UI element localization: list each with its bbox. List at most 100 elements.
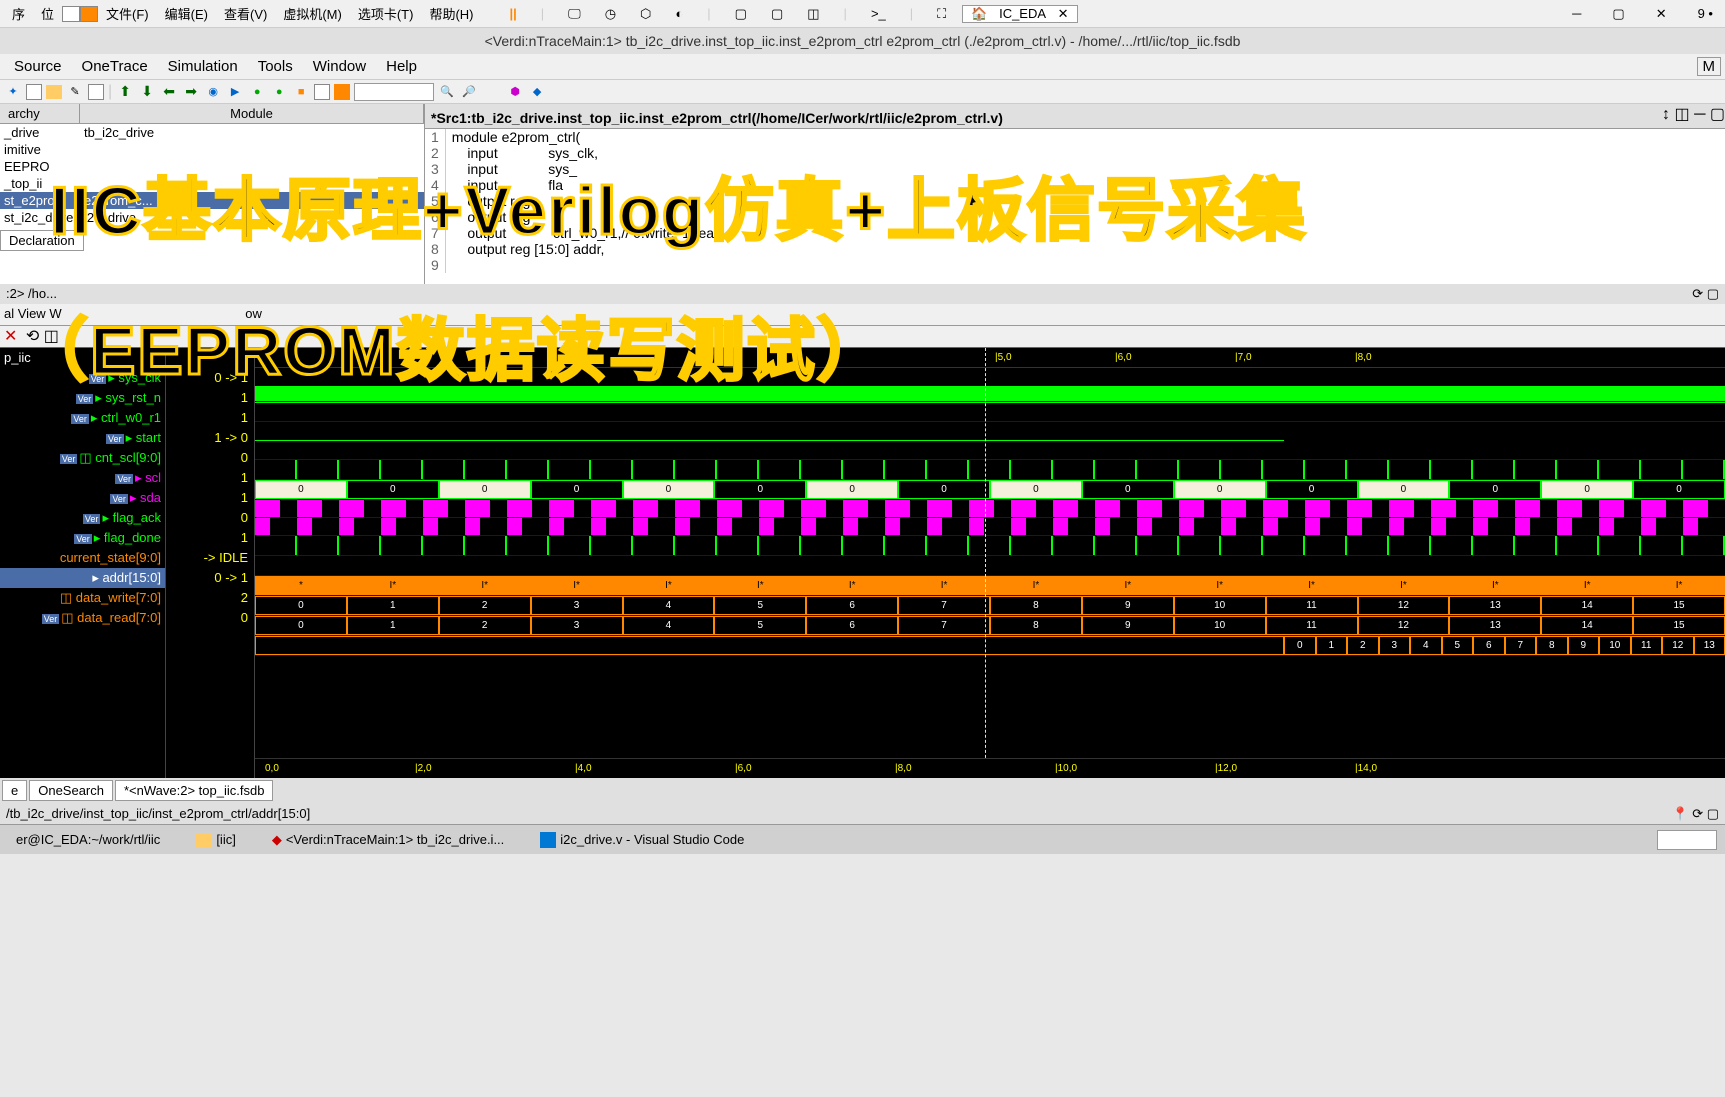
tool-icon[interactable] <box>314 84 330 100</box>
expand-icon[interactable]: ⛶ <box>929 6 954 22</box>
tab[interactable]: OneSearch <box>29 780 113 801</box>
menu-help[interactable]: Help <box>376 58 427 75</box>
signal-value: 1 <box>166 528 254 548</box>
signal-name-selected[interactable]: ▸ addr[15:0] <box>0 568 165 588</box>
wave-sys-rst <box>255 402 1725 422</box>
signal-name[interactable]: current_state[9:0] <box>0 548 165 568</box>
tab[interactable]: e <box>2 780 27 801</box>
edit-icon[interactable]: ✎ <box>66 83 84 101</box>
signal-name[interactable]: ◫ data_write[7:0] <box>0 588 165 608</box>
back-icon[interactable]: ⬅ <box>160 83 178 101</box>
menu-tools[interactable]: Tools <box>248 58 303 75</box>
play-icon[interactable]: ▶ <box>226 83 244 101</box>
signal-name[interactable]: Ver◫ data_read[7:0] <box>0 608 165 628</box>
menu-item[interactable]: 位 <box>33 4 62 23</box>
tool-icon[interactable]: ⬡ <box>632 6 659 22</box>
play-icon[interactable]: ● <box>270 83 288 101</box>
panel-icon[interactable]: ▢ <box>1710 106 1725 123</box>
signal-name[interactable]: Ver▸ sda <box>0 488 165 508</box>
menu-simulation[interactable]: Simulation <box>158 58 248 75</box>
panel-icon[interactable]: ↕ <box>1662 106 1670 123</box>
menu-view[interactable]: 查看(V) <box>216 4 275 23</box>
monitor-icon[interactable]: 🖵 <box>560 6 589 22</box>
tool-icon[interactable]: ◆ <box>528 83 546 101</box>
time-ruler-bottom: 0,0 |2,0 |4,0 |6,0 |8,0 |10,0 |12,0 |14,… <box>255 758 1725 778</box>
wave-start <box>255 460 1725 480</box>
terminal-icon[interactable]: >_ <box>863 6 894 21</box>
taskbar-terminal[interactable]: er@IC_EDA:~/work/rtl/iic <box>8 830 168 849</box>
tool-icon[interactable]: ◐ <box>667 6 691 21</box>
tool-icon[interactable] <box>88 84 104 100</box>
wave-data-write: 0123456789101112131415 <box>255 616 1725 636</box>
taskbar-verdi[interactable]: ◆ <Verdi:nTraceMain:1> tb_i2c_drive.i... <box>264 830 512 850</box>
tool-icon[interactable] <box>334 84 350 100</box>
tool-icon[interactable] <box>26 84 42 100</box>
play-icon[interactable]: ● <box>248 83 266 101</box>
signal-value: 1 <box>166 468 254 488</box>
window-icon[interactable]: ◫ <box>799 6 827 22</box>
signal-name[interactable]: Ver▸ flag_done <box>0 528 165 548</box>
vscode-icon <box>540 832 556 848</box>
wave-ctrl <box>255 440 1725 460</box>
window-icon[interactable]: ▢ <box>763 6 791 22</box>
divider: | <box>699 6 718 21</box>
taskbar: er@IC_EDA:~/work/rtl/iic [iic] ◆ <Verdi:… <box>0 824 1725 854</box>
menu-help[interactable]: 帮助(H) <box>421 4 481 23</box>
maximize-icon[interactable]: ▢ <box>1604 6 1632 22</box>
search-icon[interactable]: 🔎 <box>460 83 478 101</box>
down-icon[interactable]: ⬇ <box>138 83 156 101</box>
taskbar-input[interactable] <box>1657 830 1717 850</box>
menu-edit[interactable]: 编辑(E) <box>157 4 216 23</box>
tool-icon[interactable]: ⬢ <box>506 83 524 101</box>
tab-label[interactable]: 🏠 IC_EDA ✕ <box>962 5 1077 23</box>
taskbar-folder[interactable]: [iic] <box>188 830 244 849</box>
overlay-title-1: IIC基本原理+Verilog仿真+上板信号采集 <box>50 155 1307 254</box>
snapshot-icon[interactable] <box>62 6 80 22</box>
minimize-icon[interactable]: ─ <box>1564 6 1589 21</box>
wave-tool-icon[interactable]: ✕ <box>0 328 21 345</box>
signal-name[interactable]: Ver▸ start <box>0 428 165 448</box>
tab[interactable]: *<nWave:2> top_iic.fsdb <box>115 780 273 801</box>
wave-menu-item[interactable]: al <box>4 306 14 321</box>
m-button[interactable]: M <box>1697 57 1722 76</box>
path-icons[interactable]: 📍 ⟳ ▢ <box>1672 806 1719 822</box>
new-icon[interactable]: ✦ <box>4 83 22 101</box>
panel-icon[interactable]: ─ <box>1694 106 1705 123</box>
window-icon[interactable]: ▢ <box>727 6 755 22</box>
forward-icon[interactable]: ➡ <box>182 83 200 101</box>
fullscreen-icon[interactable] <box>80 6 98 22</box>
signal-name[interactable]: Ver▸ ctrl_w0_r1 <box>0 408 165 428</box>
signal-name[interactable]: Ver▸ flag_ack <box>0 508 165 528</box>
col-module[interactable]: Module <box>80 104 424 123</box>
menu-onetrace[interactable]: OneTrace <box>72 58 158 75</box>
tree-row[interactable]: _drivetb_i2c_drive <box>0 124 424 141</box>
overlay-title-2: （EEPROM数据读写测试） <box>20 295 887 394</box>
nav-icon[interactable]: ◉ <box>204 83 222 101</box>
panel-icon[interactable]: ◫ <box>1675 106 1690 123</box>
signal-name[interactable]: Ver▸ scl <box>0 468 165 488</box>
menu-item[interactable]: 序 <box>4 4 33 23</box>
menu-file[interactable]: 文件(F) <box>98 4 157 23</box>
source-title: *Src1:tb_i2c_drive.inst_top_iic.inst_e2p… <box>425 108 1725 129</box>
up-icon[interactable]: ⬆ <box>116 83 134 101</box>
close-icon[interactable]: ✕ <box>1648 6 1675 22</box>
signal-value: 1 <box>166 408 254 428</box>
window-title: <Verdi:nTraceMain:1> tb_i2c_drive.inst_t… <box>0 28 1725 54</box>
menu-tabs[interactable]: 选项卡(T) <box>350 4 422 23</box>
col-hierarchy[interactable]: archy <box>0 104 80 123</box>
search-input[interactable] <box>354 83 434 101</box>
menu-window[interactable]: Window <box>303 58 376 75</box>
open-icon[interactable] <box>46 85 62 99</box>
signal-name[interactable]: Ver◫ cnt_scl[9:0] <box>0 448 165 468</box>
signal-names[interactable]: p_iic Ver▸ sys_clk Ver▸ sys_rst_n Ver▸ c… <box>0 348 165 778</box>
menu-vm[interactable]: 虚拟机(M) <box>275 4 350 23</box>
signal-value: 0 <box>166 608 254 628</box>
taskbar-vscode[interactable]: i2c_drive.v - Visual Studio Code <box>532 830 752 850</box>
search-icon[interactable]: 🔍 <box>438 83 456 101</box>
menu-source[interactable]: Source <box>4 58 72 75</box>
wave-display[interactable]: |5,0 |6,0 |7,0 |8,0 0000000000000000 *I*… <box>255 348 1725 778</box>
stop-icon[interactable]: ■ <box>292 83 310 101</box>
cursor-line[interactable] <box>985 348 986 778</box>
pause-icon[interactable]: || <box>501 6 524 21</box>
clock-icon[interactable]: ◷ <box>597 6 624 22</box>
